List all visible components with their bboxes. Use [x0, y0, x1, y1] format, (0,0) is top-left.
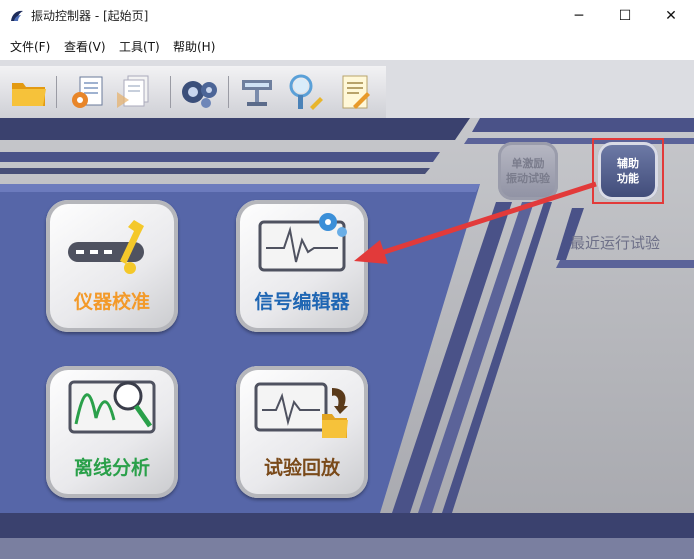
- minimize-button[interactable]: ─: [556, 0, 602, 32]
- single-excitation-label: 单激励 振动试验: [506, 157, 550, 185]
- assist-functions-button[interactable]: 辅助 功能: [598, 142, 658, 200]
- signal-editor-label: 信号编辑器: [254, 291, 350, 313]
- report-edit-button[interactable]: [334, 71, 376, 113]
- menu-tools[interactable]: 工具(T): [119, 38, 160, 55]
- instrument-calibration-button[interactable]: 仪器校准: [46, 200, 178, 332]
- maximize-button[interactable]: ☐: [602, 0, 648, 32]
- hardware-connect-icon: [242, 80, 272, 106]
- open-folder-button[interactable]: [8, 71, 50, 113]
- offline-analysis-label: 离线分析: [73, 457, 150, 479]
- menu-file[interactable]: 文件(F): [10, 38, 50, 55]
- test-playback-label: 试验回放: [263, 457, 340, 479]
- search-edit-icon: [289, 74, 323, 110]
- menu-view[interactable]: 查看(V): [64, 38, 106, 55]
- open-folder-icon: [12, 83, 46, 106]
- test-playback-button[interactable]: 试验回放: [236, 366, 368, 498]
- single-excitation-test-button[interactable]: 单激励 振动试验: [498, 142, 558, 200]
- search-edit-button[interactable]: [284, 71, 326, 113]
- title-bar: 振动控制器 - [起始页] ─ ☐ ✕: [0, 0, 694, 32]
- document-run-icon: [117, 75, 149, 108]
- hardware-connect-button[interactable]: [236, 71, 278, 113]
- close-button[interactable]: ✕: [648, 0, 694, 32]
- app-logo-icon: [11, 10, 23, 21]
- document-run-button[interactable]: [112, 71, 154, 113]
- document-settings-icon: [72, 76, 103, 108]
- menu-bar: 文件(F) 查看(V) 工具(T) 帮助(H): [0, 32, 694, 60]
- settings-gears-button[interactable]: [178, 71, 220, 113]
- signal-editor-button[interactable]: 信号编辑器: [236, 200, 368, 332]
- document-settings-button[interactable]: [66, 71, 108, 113]
- offline-analysis-button[interactable]: 离线分析: [46, 366, 178, 498]
- assist-functions-label: 辅助 功能: [617, 157, 639, 185]
- calibration-label: 仪器校准: [73, 291, 150, 313]
- toolbar: [0, 66, 386, 119]
- recent-tests-label: 最近运行试验: [570, 234, 661, 252]
- toolbar-separator: [228, 76, 229, 108]
- report-edit-icon: [342, 75, 370, 109]
- gears-icon: [182, 81, 217, 108]
- menu-help[interactable]: 帮助(H): [173, 38, 215, 55]
- start-page-canvas: 仪器校准 信号编辑器 离线分析 试验回放 单激励 振动试验 辅助 功能 最近运行…: [0, 118, 694, 559]
- toolbar-separator: [56, 76, 57, 108]
- toolbar-separator: [170, 76, 171, 108]
- window-title: 振动控制器 - [起始页]: [31, 9, 149, 23]
